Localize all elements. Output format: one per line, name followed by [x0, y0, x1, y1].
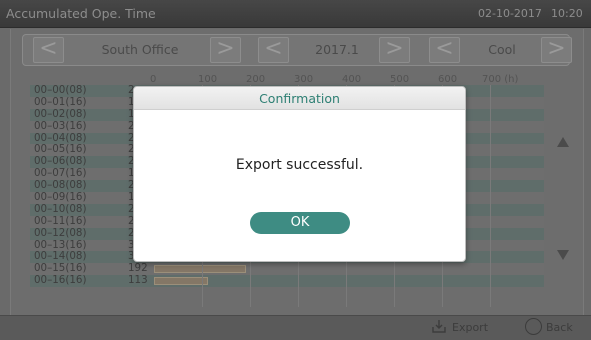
operating-hours: 113 — [128, 274, 148, 287]
dialog-title: Confirmation — [259, 91, 340, 106]
axis-tick-label: 300 — [294, 74, 314, 85]
location-prev-button[interactable]: < — [33, 37, 64, 63]
page-title: Accumulated Ope. Time — [6, 6, 156, 21]
location-label: South Office — [101, 42, 179, 57]
axis-tick-label: 0 — [150, 74, 157, 85]
grid-line — [490, 85, 491, 307]
axis-tick-label: 600 — [438, 74, 458, 85]
period-next-button[interactable]: > — [379, 37, 410, 63]
chevron-left-icon: < — [39, 36, 58, 61]
chevron-right-icon: > — [385, 36, 404, 61]
triangle-down-icon[interactable] — [557, 250, 569, 260]
axis-tick-label: 400 — [342, 74, 362, 85]
back-button[interactable]: Back — [546, 321, 573, 334]
unit-code: 00–11(16) — [34, 214, 87, 227]
ok-button[interactable]: OK — [250, 212, 350, 234]
dialog-message: Export successful. — [235, 157, 364, 173]
time-display: 10:20 — [551, 7, 583, 20]
period-label: 2017.1 — [315, 42, 359, 57]
mode-next-button[interactable]: > — [541, 37, 572, 63]
dialog-header: Confirmation — [134, 87, 465, 110]
table-row: 00–15(16) 192 — [30, 262, 544, 276]
unit-code: 00–03(16) — [34, 119, 87, 132]
period-prev-button[interactable]: < — [258, 37, 289, 63]
chevron-left-icon: < — [264, 36, 283, 61]
export-button[interactable]: Export — [452, 321, 488, 334]
title-bar: Accumulated Ope. Time 02-10-2017 10:20 — [0, 0, 591, 28]
axis-tick-label: 500 — [390, 74, 410, 85]
date-display: 02-10-2017 — [478, 7, 542, 20]
chevron-right-icon: > — [216, 36, 235, 61]
confirmation-dialog: Confirmation Export successful. OK — [133, 86, 466, 262]
back-circle-icon[interactable] — [525, 318, 542, 335]
chevron-right-icon: > — [547, 36, 566, 61]
hours-bar — [154, 265, 247, 274]
unit-code: 00–12(08) — [34, 226, 87, 239]
axis-tick-label: 100 — [198, 74, 218, 85]
mode-prev-button[interactable]: < — [429, 37, 460, 63]
unit-code: 00–02(08) — [34, 107, 87, 120]
export-tray-icon[interactable] — [431, 318, 447, 334]
location-next-button[interactable]: > — [210, 37, 241, 63]
hours-bar — [154, 277, 209, 286]
chevron-left-icon: < — [435, 36, 454, 61]
unit-code: 00–01(16) — [34, 95, 87, 108]
triangle-up-icon[interactable] — [557, 137, 569, 147]
table-row: 00–16(16) 113 — [30, 274, 544, 288]
axis-tick-label: 700 (h) — [482, 74, 519, 85]
unit-code: 00–16(16) — [34, 274, 87, 287]
mode-label: Cool — [488, 42, 516, 57]
footer-bar: Export Back — [0, 315, 591, 340]
axis-tick-label: 200 — [246, 74, 266, 85]
